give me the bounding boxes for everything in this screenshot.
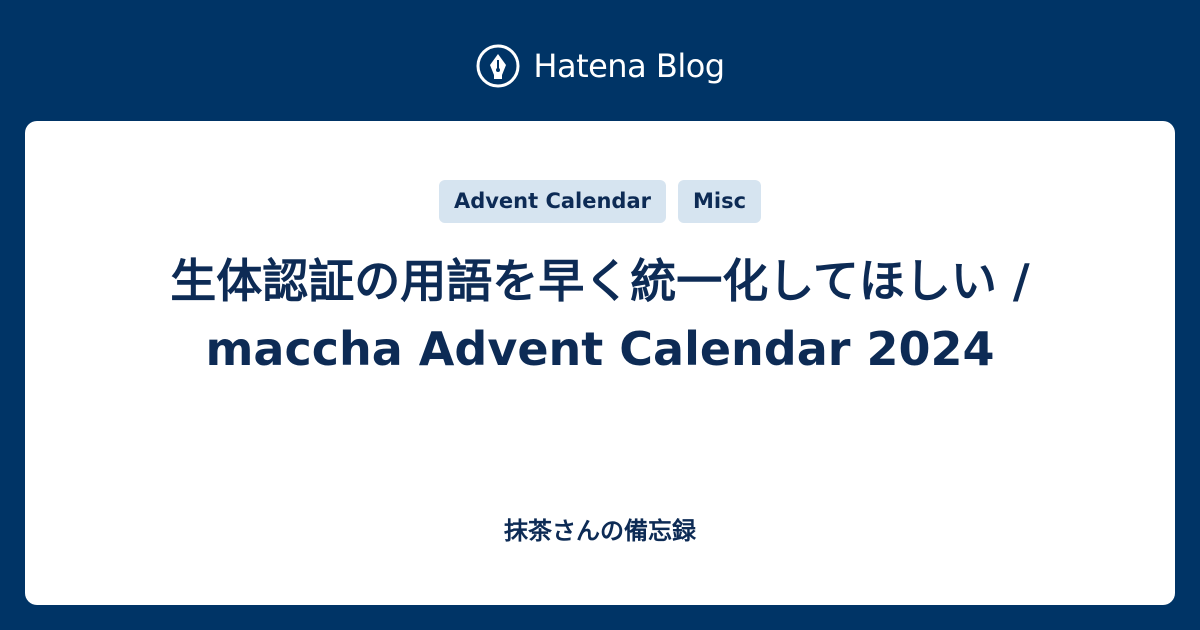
hatena-pen-nib-icon: [476, 44, 520, 88]
tag-list: Advent Calendar Misc: [25, 180, 1175, 223]
tag-advent-calendar[interactable]: Advent Calendar: [438, 180, 666, 223]
tag-misc[interactable]: Misc: [678, 180, 762, 223]
blog-name[interactable]: 抹茶さんの備忘録: [25, 515, 1175, 547]
article-title[interactable]: 生体認証の用語を早く統一化してほしい / maccha Advent Calen…: [100, 247, 1100, 383]
brand-header: Hatena Blog: [0, 40, 1200, 92]
article-card: Advent Calendar Misc 生体認証の用語を早く統一化してほしい …: [25, 121, 1175, 605]
brand-name[interactable]: Hatena Blog: [533, 47, 725, 85]
